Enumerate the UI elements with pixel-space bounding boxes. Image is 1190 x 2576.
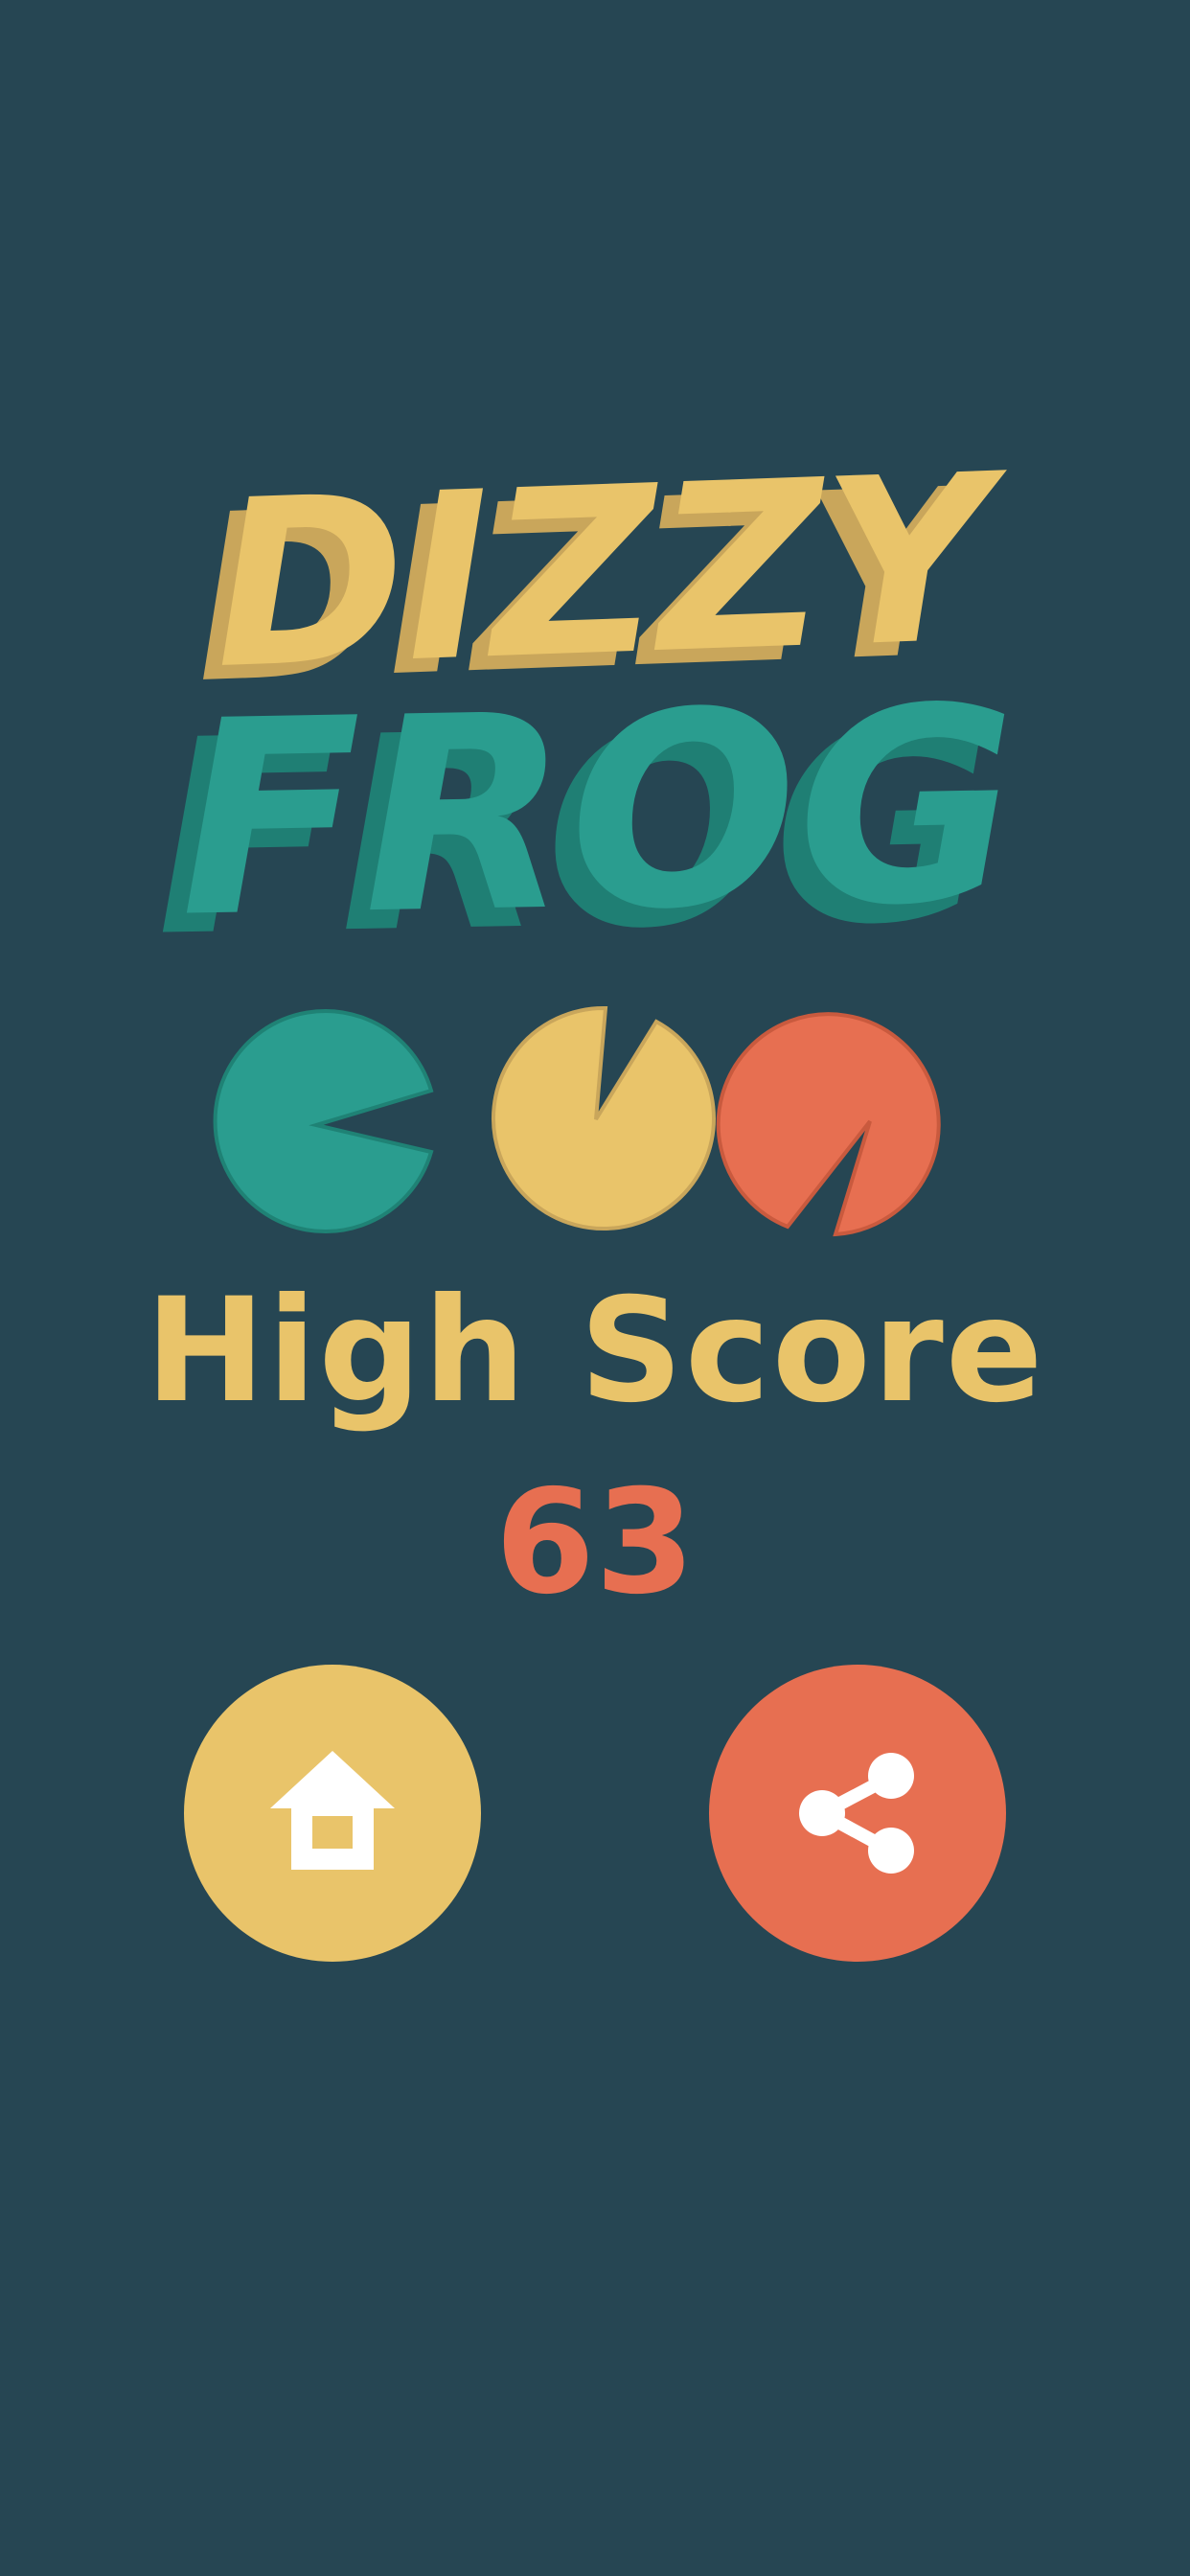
title-line2: FROG <box>176 650 1019 958</box>
game-over-screen: DIZZY DIZZY FROG FROG High Score 63 <box>0 0 1190 2576</box>
share-icon <box>799 1753 914 1874</box>
lily-pad-yellow <box>492 1005 716 1230</box>
lily-pad-teal <box>213 1009 434 1233</box>
high-score-value: 63 <box>494 1460 696 1626</box>
lily-pad-coral <box>716 1012 941 1237</box>
home-button[interactable] <box>184 1665 481 1962</box>
lily-pads <box>213 1005 941 1237</box>
share-button[interactable] <box>709 1665 1006 1962</box>
game-logo: DIZZY DIZZY FROG FROG <box>152 424 1019 958</box>
home-icon <box>270 1751 395 1870</box>
high-score-label: High Score <box>145 1268 1045 1435</box>
